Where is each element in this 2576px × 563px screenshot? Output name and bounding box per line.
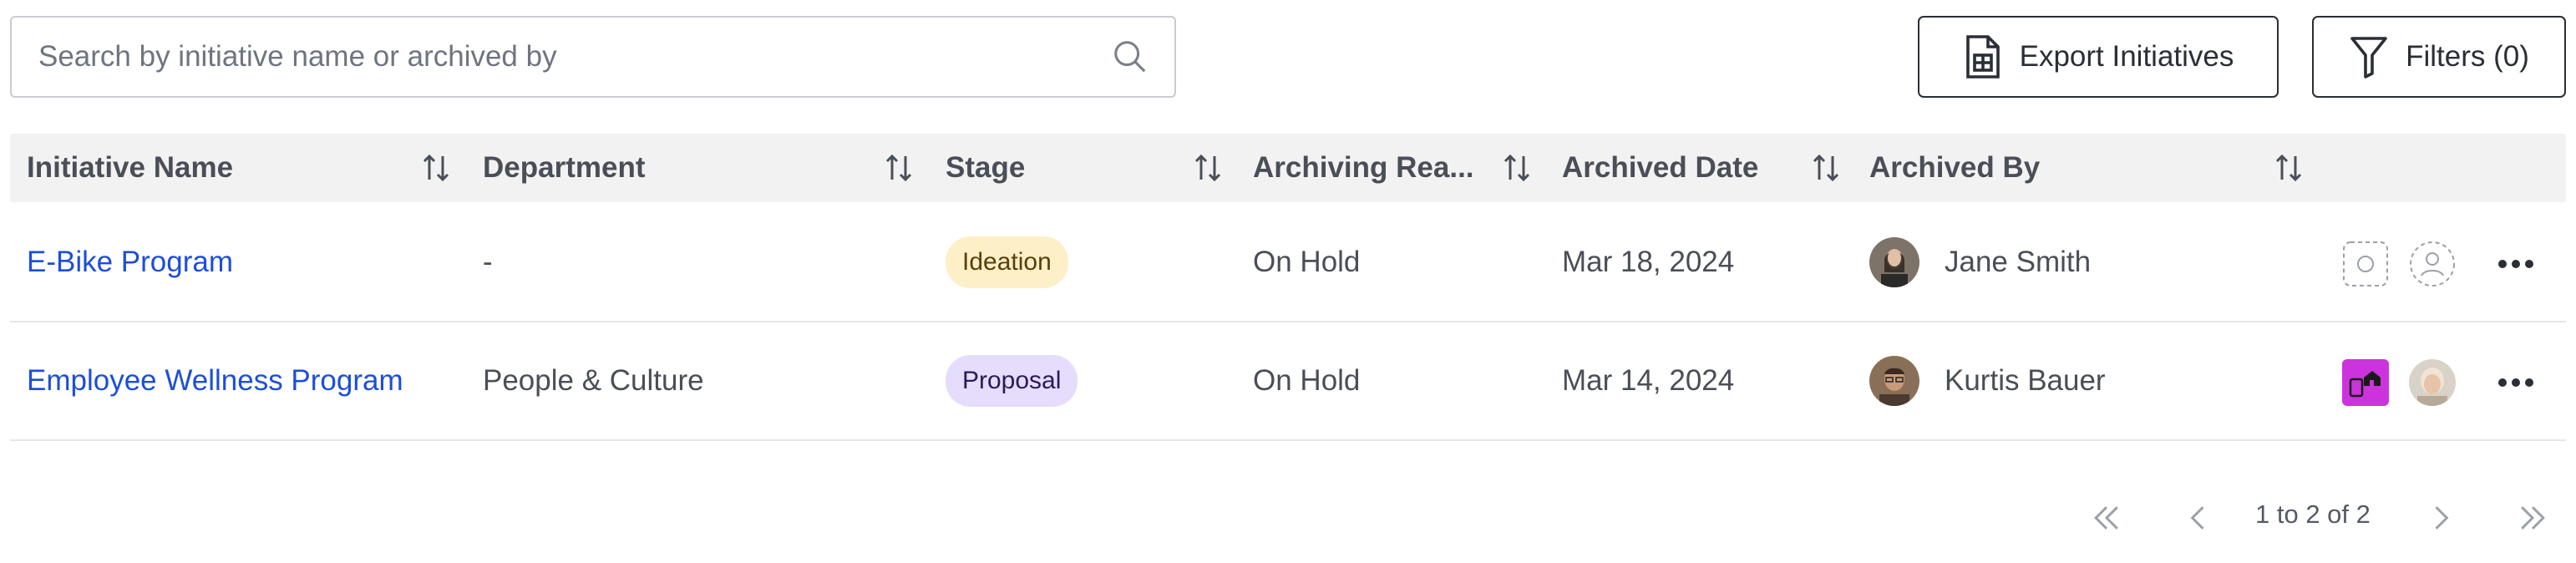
export-label: Export Initiatives (2019, 40, 2234, 73)
search-icon[interactable] (1111, 38, 1149, 76)
table-row: Employee Wellness Program People & Cultu… (10, 322, 2566, 441)
archived-by-name: Jane Smith (1945, 246, 2092, 278)
archived-by-cell: Jane Smith (1869, 204, 2091, 321)
sort-icon[interactable] (1809, 150, 1843, 185)
funnel-icon (2350, 37, 2387, 79)
more-options-icon[interactable] (2492, 241, 2539, 287)
archived-date-cell: Mar 18, 2024 (1562, 246, 1735, 278)
first-page-icon[interactable] (2088, 500, 2125, 536)
spreadsheet-file-icon (1965, 35, 2000, 79)
filters-label: Filters (0) (2406, 40, 2529, 73)
column-header-department[interactable]: Department (483, 134, 645, 202)
column-header-initiative-name[interactable]: Initiative Name (27, 134, 233, 202)
owner-avatar[interactable] (2409, 359, 2456, 406)
archiving-reason-cell: On Hold (1253, 246, 1361, 278)
column-header-stage[interactable]: Stage (946, 134, 1025, 202)
sort-icon[interactable] (1500, 150, 1534, 185)
department-cell: People & Culture (483, 364, 704, 397)
stage-cell: Ideation (946, 204, 1068, 321)
avatar (1869, 356, 1919, 406)
archived-date-cell: Mar 14, 2024 (1562, 364, 1735, 397)
search-input[interactable] (37, 39, 1111, 74)
pagination: 1 to 2 of 2 (2071, 484, 2566, 551)
avatar (1869, 237, 1919, 287)
sort-icon[interactable] (419, 150, 453, 185)
stage-badge: Proposal (946, 355, 1078, 407)
search-box (10, 16, 1176, 98)
sort-icon[interactable] (2272, 150, 2305, 185)
toolbar: Export Initiatives Filters (0) (0, 0, 2576, 125)
archived-by-name: Kurtis Bauer (1945, 364, 2106, 397)
archiving-reason-cell: On Hold (1253, 364, 1361, 397)
last-page-icon[interactable] (2514, 500, 2551, 536)
next-page-icon[interactable] (2422, 500, 2459, 536)
initiative-name-link[interactable]: Employee Wellness Program (27, 322, 403, 439)
stage-cell: Proposal (946, 322, 1078, 439)
empty-user-icon[interactable] (2409, 241, 2456, 287)
previous-page-icon[interactable] (2180, 500, 2217, 536)
filters-button[interactable]: Filters (0) (2312, 16, 2566, 98)
stage-badge: Ideation (946, 236, 1068, 288)
column-header-archived-date[interactable]: Archived Date (1562, 134, 1758, 202)
table-header: Initiative Name Department Stage Archivi… (10, 134, 2566, 202)
more-options-icon[interactable] (2492, 359, 2539, 406)
empty-badge-icon[interactable] (2342, 241, 2389, 287)
sort-icon[interactable] (882, 150, 915, 185)
export-initiatives-button[interactable]: Export Initiatives (1918, 16, 2279, 98)
column-header-archiving-reason[interactable]: Archiving Rea... (1253, 134, 1474, 202)
department-cell: - (483, 246, 493, 278)
sort-icon[interactable] (1191, 150, 1225, 185)
department-badge-icon[interactable] (2342, 359, 2389, 406)
column-header-archived-by[interactable]: Archived By (1869, 134, 2040, 202)
table-row: E-Bike Program - Ideation On Hold Mar 18… (10, 204, 2566, 322)
initiative-name-link[interactable]: E-Bike Program (27, 204, 233, 321)
archived-by-cell: Kurtis Bauer (1869, 322, 2106, 439)
page-indicator: 1 to 2 of 2 (2255, 500, 2371, 529)
